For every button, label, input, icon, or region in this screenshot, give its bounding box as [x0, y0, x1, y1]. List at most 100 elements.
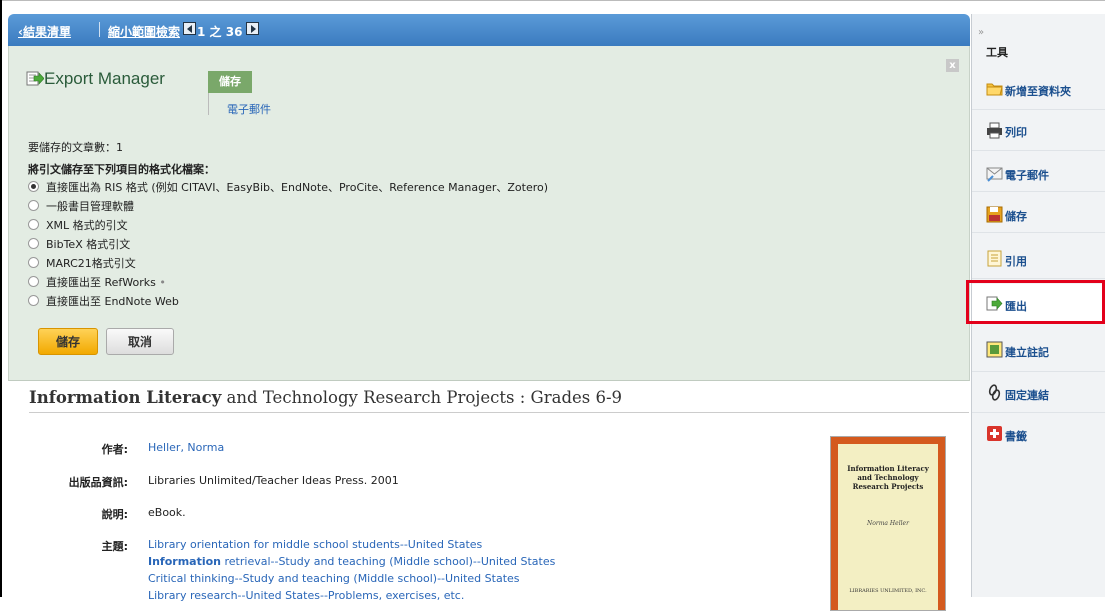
author-label: 作者: [101, 443, 128, 456]
radio[interactable] [28, 219, 39, 230]
link-icon [988, 384, 1001, 401]
book-cover-image[interactable]: Information Literacy and Technology Resear… [830, 436, 946, 611]
tools-title: 工具 [986, 46, 1008, 59]
tool-create-note[interactable]: 建立註記 [972, 332, 1105, 372]
page-indicator: 1 之 36 [197, 23, 242, 40]
radio-selected[interactable] [28, 181, 39, 192]
cite-icon [987, 250, 1002, 267]
tool-divider [972, 109, 1105, 110]
tool-label: 固定連結 [1005, 389, 1049, 402]
tool-save[interactable]: 儲存 [972, 193, 1105, 233]
cover-author: Norma Heller [867, 520, 909, 527]
option-label: 直接匯出至 RefWorks [46, 276, 156, 289]
tool-divider [972, 191, 1105, 192]
article-count: 要儲存的文章數：1 [28, 141, 123, 154]
publication-value: Libraries Unlimited/Teacher Ideas Press.… [148, 474, 399, 487]
nav-separator [99, 22, 100, 37]
subject-link-4[interactable]: Library research--United States--Problem… [148, 589, 464, 602]
record-title[interactable]: Information Literacy and Technology Rese… [29, 388, 622, 407]
option-label: BibTeX 格式引文 [46, 238, 131, 251]
close-icon[interactable]: x [946, 59, 959, 72]
tool-label: 儲存 [1005, 210, 1027, 223]
export-icon [26, 71, 44, 86]
format-option-xml[interactable]: XML 格式的引文 [28, 217, 128, 233]
export-manager-panel: Export Manager 儲存 電子郵件 x 要儲存的文章數：1 將引文儲存… [8, 46, 970, 381]
page-current: 1 [197, 25, 206, 39]
cover-title-line1: Information Literacy [847, 464, 929, 473]
option-label: 一般書目管理軟體 [46, 200, 134, 213]
top-border [0, 0, 1105, 1]
option-label: 直接匯出為 RIS 格式 (例如 CITAVI、EasyBib、EndNote、… [46, 181, 549, 194]
subject-link-2[interactable]: Information retrieval--Study and teachin… [148, 555, 555, 568]
bookmark-icon [987, 426, 1002, 441]
radio[interactable] [28, 276, 39, 287]
tool-print[interactable]: 列印 [972, 111, 1105, 151]
format-option-bibtex[interactable]: BibTeX 格式引文 [28, 236, 130, 252]
description-value: eBook. [148, 506, 186, 519]
tool-email[interactable]: 電子郵件 [972, 152, 1105, 192]
tab-email[interactable]: 電子郵件 [227, 101, 271, 117]
page-of: 之 [209, 25, 222, 39]
cover-publisher: LIBRARIES UNLIMITED, INC. [849, 588, 927, 594]
back-to-results-label: 結果清單 [22, 25, 71, 39]
publication-label: 出版品資訊: [68, 476, 128, 489]
refine-search-link[interactable]: 縮小範圍檢索 [108, 23, 180, 40]
tool-add-to-folder[interactable]: 新增至資料夾 [972, 70, 1105, 110]
record-title-bold: Information Literacy [29, 388, 222, 407]
title-divider [29, 412, 969, 413]
format-option-refworks[interactable]: 直接匯出至 RefWorks • [28, 274, 166, 290]
radio[interactable] [28, 200, 39, 211]
tab-save[interactable]: 儲存 [208, 71, 252, 93]
next-page-icon[interactable] [246, 22, 259, 35]
format-heading: 將引文儲存至下列項目的格式化檔案： [28, 163, 215, 176]
tool-label: 引用 [1005, 255, 1027, 268]
page-total: 36 [225, 25, 243, 39]
option-label: 直接匯出至 EndNote Web [46, 295, 179, 308]
tool-cite[interactable]: 引用 [972, 239, 1105, 279]
description-label: 說明: [101, 508, 128, 521]
collapse-sidebar-icon[interactable]: » [978, 27, 984, 38]
tool-divider [972, 150, 1105, 151]
subject-bold: Information [148, 555, 221, 568]
cover-title-line3: Research Projects [852, 482, 924, 491]
cancel-button[interactable]: 取消 [106, 328, 174, 355]
tool-divider [972, 371, 1105, 372]
tool-label: 書籤 [1005, 430, 1027, 443]
subject-link-2-text: retrieval--Study and teaching (Middle sc… [224, 555, 556, 568]
tool-label: 列印 [1005, 126, 1027, 139]
cover-title: Information Literacy and Technology Resear… [838, 464, 938, 491]
prev-page-icon[interactable] [183, 22, 196, 35]
tool-label: 新增至資料夾 [1005, 85, 1071, 98]
book-cover-inner: Information Literacy and Technology Resear… [838, 444, 938, 610]
option-label: MARC21格式引文 [46, 257, 136, 270]
radio[interactable] [28, 238, 39, 249]
format-option-marc21[interactable]: MARC21格式引文 [28, 255, 136, 271]
format-option-endnote-web[interactable]: 直接匯出至 EndNote Web [28, 293, 179, 309]
folder-icon [986, 83, 1003, 96]
save-icon [986, 206, 1003, 223]
format-option-ris[interactable]: 直接匯出為 RIS 格式 (例如 CITAVI、EasyBib、EndNote、… [28, 179, 548, 195]
author-link[interactable]: Heller, Norma [148, 441, 224, 454]
tool-divider [972, 232, 1105, 233]
tool-bookmark[interactable]: 書籤 [972, 414, 1105, 454]
export-manager-title: Export Manager [44, 69, 165, 88]
option-label: XML 格式的引文 [46, 219, 128, 232]
radio[interactable] [28, 257, 39, 268]
back-to-results-link[interactable]: ‹結果清單 [18, 23, 71, 40]
export-highlight-box [966, 280, 1105, 324]
left-border [0, 0, 2, 597]
subject-link-1[interactable]: Library orientation for middle school st… [148, 538, 482, 551]
tool-divider [972, 278, 1105, 279]
record-title-rest: and Technology Research Projects : Grade… [221, 388, 623, 407]
tool-divider [972, 412, 1105, 413]
radio[interactable] [28, 295, 39, 306]
subject-link-3[interactable]: Critical thinking--Study and teaching (M… [148, 572, 520, 585]
tool-permalink[interactable]: 固定連結 [972, 373, 1105, 413]
tool-label: 建立註記 [1005, 346, 1049, 359]
format-option-generic[interactable]: 一般書目管理軟體 [28, 198, 134, 214]
save-button[interactable]: 儲存 [38, 328, 98, 355]
subject-label: 主題: [101, 540, 128, 553]
tool-label: 電子郵件 [1005, 169, 1049, 182]
main-panel: ‹結果清單 縮小範圍檢索 1 之 36 Export Manager 儲存 電子… [8, 14, 970, 611]
result-nav-bar: ‹結果清單 縮小範圍檢索 1 之 36 [8, 14, 970, 46]
